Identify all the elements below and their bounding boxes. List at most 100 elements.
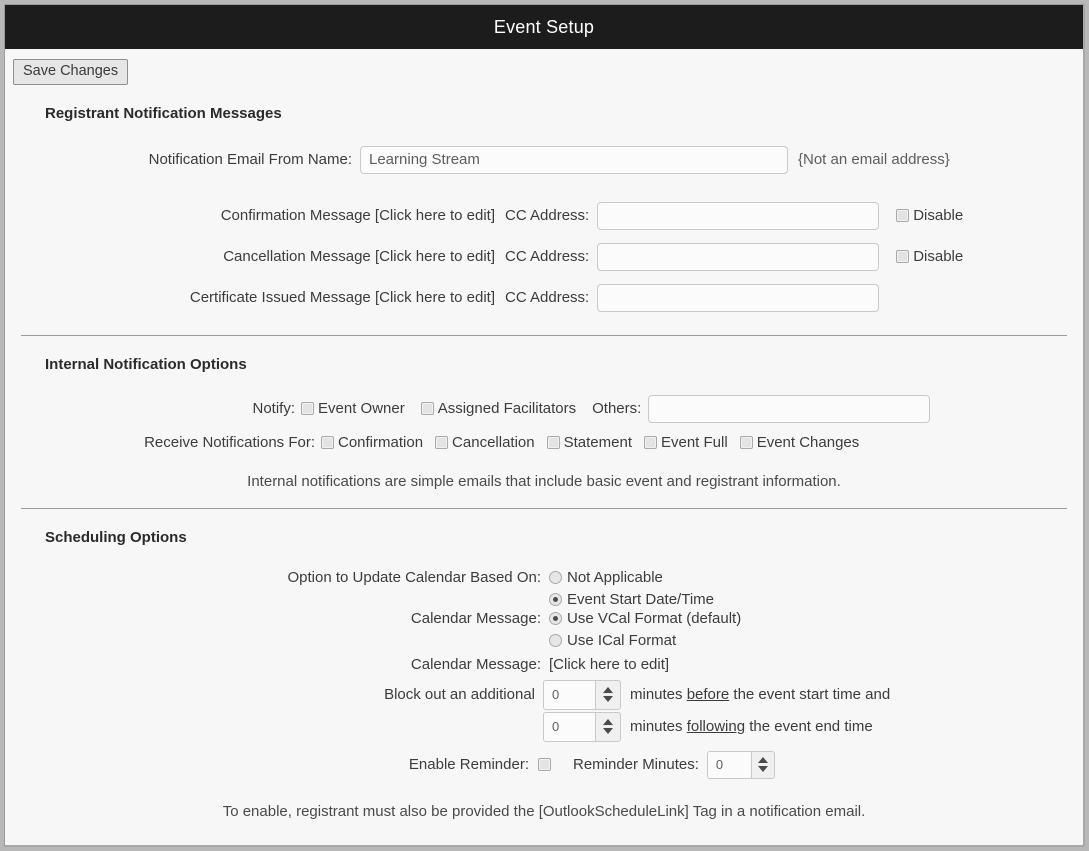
block-before-minutes-stepper[interactable]: 0 <box>543 679 621 710</box>
internal-notification-section: Internal Notification Options Notify: Ev… <box>5 356 1083 509</box>
stepper-buttons[interactable] <box>595 711 621 742</box>
cancellation-cc-input[interactable] <box>597 242 880 271</box>
chevron-up-icon[interactable] <box>757 757 768 764</box>
chevron-up-icon[interactable] <box>603 687 613 694</box>
checkbox-icon[interactable] <box>301 402 314 416</box>
page-frame: Event Setup Save Changes Registrant Noti… <box>4 4 1085 847</box>
block-before-text-pre: minutes <box>630 686 687 704</box>
block-out-label: Block out an additional <box>384 686 535 704</box>
checkbox-icon[interactable] <box>896 250 910 264</box>
checkbox-icon[interactable] <box>643 435 657 449</box>
reminder-minutes-stepper[interactable]: 0 <box>706 750 775 779</box>
block-before-text-emphasis: before <box>686 686 730 704</box>
from-name-input[interactable] <box>360 145 788 174</box>
stepper-buttons[interactable] <box>595 679 621 710</box>
radio-use-vcal-format[interactable]: Use VCal Format (default) <box>549 610 741 627</box>
cancellation-disable-label: Disable <box>913 248 964 266</box>
screenshot-viewport: Event Setup Save Changes Registrant Noti… <box>0 0 1089 851</box>
others-label: Others: <box>592 400 642 418</box>
receive-event-full-label: Event Full <box>660 433 728 451</box>
checkbox-icon[interactable] <box>321 435 334 449</box>
radio-use-ical-format[interactable]: Use ICal Format <box>549 632 741 649</box>
update-calendar-radio-group: Not Applicable Event Start Date/Time <box>549 569 714 608</box>
block-after-text: minutes following the event end time <box>630 718 873 735</box>
chevron-down-icon[interactable] <box>603 696 613 703</box>
from-name-hint: {Not an email address} <box>798 151 950 169</box>
from-name-label: Notification Email From Name: <box>148 151 352 169</box>
block-before-text: minutes before the event start time and <box>630 686 890 703</box>
receive-event-changes-label: Event Changes <box>756 433 860 451</box>
radio-event-start-datetime-label: Event Start Date/Time <box>567 590 714 608</box>
calendar-format-label: Calendar Message: <box>410 609 541 627</box>
block-after-minutes-stepper[interactable]: 0 <box>543 711 621 742</box>
registrant-section-heading: Registrant Notification Messages <box>45 104 282 122</box>
receive-cancellation-checkbox[interactable]: Cancellation <box>435 434 535 451</box>
chevron-down-icon[interactable] <box>757 766 768 773</box>
radio-icon[interactable] <box>549 633 562 647</box>
radio-event-start-datetime[interactable]: Event Start Date/Time <box>549 591 714 608</box>
page-title: Event Setup <box>493 16 595 37</box>
receive-event-full-checkbox[interactable]: Event Full <box>643 433 728 451</box>
block-after-text-pre: minutes <box>630 718 687 736</box>
confirmation-cc-label: CC Address: <box>505 207 590 225</box>
checkbox-icon[interactable] <box>896 209 910 223</box>
chevron-up-icon[interactable] <box>603 719 613 726</box>
calendar-message-edit-link[interactable]: [Click here to edit] <box>549 656 669 673</box>
certificate-message-link[interactable]: Certificate Issued Message [Click here t… <box>17 289 495 306</box>
notify-event-owner-checkbox[interactable]: Event Owner <box>301 400 405 417</box>
certificate-cc-label: CC Address: <box>505 289 590 307</box>
cancellation-disable-checkbox[interactable]: Disable <box>896 248 963 265</box>
block-before-minutes-value[interactable]: 0 <box>543 679 595 710</box>
others-input[interactable] <box>648 394 931 423</box>
radio-not-applicable-label: Not Applicable <box>567 568 663 586</box>
radio-not-applicable[interactable]: Not Applicable <box>549 569 714 586</box>
cancellation-message-link[interactable]: Cancellation Message [Click here to edit… <box>17 248 495 265</box>
receive-statement-checkbox[interactable]: Statement <box>546 434 632 451</box>
receive-event-changes-checkbox[interactable]: Event Changes <box>739 433 860 451</box>
confirmation-cc-input[interactable] <box>597 201 880 230</box>
scheduling-section-heading: Scheduling Options <box>45 528 187 546</box>
radio-icon[interactable] <box>549 570 562 584</box>
checkbox-icon[interactable] <box>546 435 560 449</box>
stepper-buttons[interactable] <box>750 750 775 779</box>
calendar-message-label: Calendar Message: <box>410 655 541 673</box>
confirmation-message-link[interactable]: Confirmation Message [Click here to edit… <box>17 207 495 224</box>
receive-confirmation-label: Confirmation <box>338 433 424 451</box>
window-titlebar: Event Setup <box>5 5 1083 49</box>
confirmation-disable-label: Disable <box>913 207 964 225</box>
receive-confirmation-checkbox[interactable]: Confirmation <box>321 434 423 451</box>
block-before-text-post: the event start time and <box>729 686 891 704</box>
cancellation-cc-label: CC Address: <box>505 248 590 266</box>
scheduling-note: To enable, registrant must also be provi… <box>222 802 866 820</box>
block-after-minutes-value[interactable]: 0 <box>543 711 595 742</box>
scheduling-options-section: Scheduling Options Option to Update Cale… <box>5 529 1083 820</box>
radio-icon[interactable] <box>549 592 562 606</box>
internal-section-heading: Internal Notification Options <box>45 355 247 373</box>
notify-assigned-facilitators-checkbox[interactable]: Assigned Facilitators <box>420 400 577 418</box>
internal-notification-note: Internal notifications are simple emails… <box>247 472 841 490</box>
radio-icon[interactable] <box>549 611 562 625</box>
enable-reminder-checkbox[interactable] <box>538 758 551 772</box>
calendar-format-radio-group: Use VCal Format (default) Use ICal Forma… <box>549 610 741 649</box>
update-calendar-label: Option to Update Calendar Based On: <box>287 568 542 586</box>
reminder-minutes-value[interactable]: 0 <box>706 750 751 779</box>
reminder-minutes-label: Reminder Minutes: <box>573 756 699 774</box>
save-changes-button[interactable]: Save Changes <box>13 59 129 85</box>
toolbar: Save Changes <box>5 49 1083 85</box>
receive-notifications-label: Receive Notifications For: <box>144 433 315 451</box>
block-after-text-post: the event end time <box>745 718 873 736</box>
checkbox-icon[interactable] <box>435 435 449 449</box>
confirmation-disable-checkbox[interactable]: Disable <box>896 207 963 224</box>
notify-assigned-facilitators-label: Assigned Facilitators <box>437 400 577 418</box>
radio-use-ical-format-label: Use ICal Format <box>567 631 677 649</box>
checkbox-icon[interactable] <box>420 402 434 416</box>
certificate-cc-input[interactable] <box>597 283 880 312</box>
notify-label: Notify: <box>252 400 295 418</box>
notify-event-owner-label: Event Owner <box>318 400 405 418</box>
receive-cancellation-label: Cancellation <box>452 433 535 451</box>
radio-use-vcal-format-label: Use VCal Format (default) <box>567 609 742 627</box>
chevron-down-icon[interactable] <box>603 728 613 735</box>
checkbox-icon[interactable] <box>739 435 753 449</box>
block-after-text-emphasis: following <box>686 718 746 736</box>
enable-reminder-label: Enable Reminder: <box>408 756 529 774</box>
